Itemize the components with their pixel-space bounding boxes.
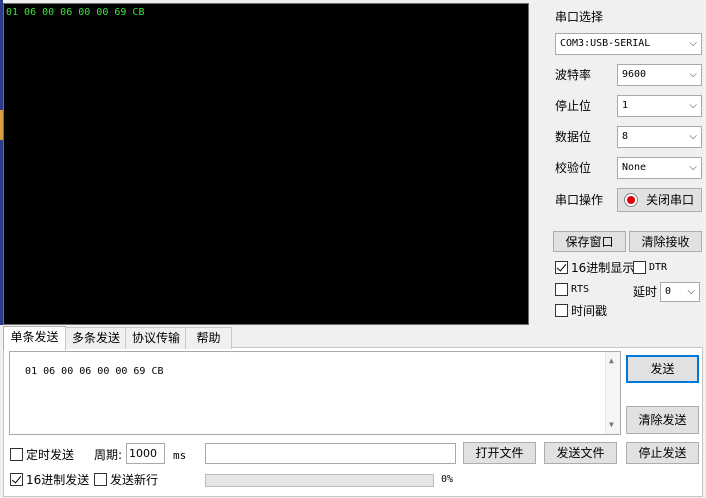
rts-check-icon — [555, 283, 568, 296]
dtr-check-icon — [633, 261, 646, 274]
dtr-checkbox[interactable]: DTR — [633, 259, 667, 276]
baud-label: 波特率 — [555, 68, 592, 82]
scroll-up-icon[interactable]: ▲ — [609, 355, 614, 367]
rts-label: RTS — [571, 283, 590, 295]
stop-bits-select[interactable]: 1 ⌵ — [617, 95, 702, 117]
send-input[interactable]: 01 06 00 06 00 00 69 CB ▲ ▼ — [9, 351, 621, 435]
chevron-down-icon: ⌵ — [687, 286, 695, 297]
send-file-button[interactable]: 发送文件 — [544, 442, 617, 464]
parity-label: 校验位 — [555, 161, 592, 175]
period-label: 周期: — [94, 448, 123, 462]
hex-display-check-icon — [555, 261, 568, 274]
port-status-dot — [627, 196, 635, 204]
period-unit: ms — [173, 449, 187, 462]
stop-bits-label: 停止位 — [555, 99, 592, 113]
hex-display-checkbox[interactable]: 16进制显示 — [555, 259, 634, 276]
close-port-label: 关闭串口 — [646, 193, 695, 207]
clear-send-button[interactable]: 清除发送 — [626, 406, 699, 434]
port-status-icon — [624, 193, 638, 207]
hex-send-check-icon — [10, 473, 23, 486]
rts-checkbox[interactable]: RTS — [555, 281, 589, 298]
chevron-down-icon: ⌵ — [689, 162, 697, 173]
port-label: 串口选择 — [555, 10, 604, 24]
send-input-scrollbar[interactable]: ▲ ▼ — [605, 352, 620, 434]
tab-multi-send[interactable]: 多条发送 — [65, 327, 127, 349]
baud-select-value: 9600 — [622, 69, 647, 80]
hex-send-label: 16进制发送 — [26, 472, 90, 487]
send-input-text: 01 06 00 06 00 00 69 CB — [25, 366, 164, 377]
timed-send-check-icon — [10, 448, 23, 461]
delay-select[interactable]: 0 ⌵ — [660, 282, 700, 302]
timed-send-label: 定时发送 — [26, 447, 75, 462]
parity-select[interactable]: None ⌵ — [617, 157, 702, 179]
chevron-down-icon: ⌵ — [689, 69, 697, 80]
timed-send-checkbox[interactable]: 定时发送 — [10, 446, 74, 463]
chevron-down-icon: ⌵ — [689, 131, 697, 142]
timestamp-check-icon — [555, 304, 568, 317]
data-bits-label: 数据位 — [555, 130, 592, 144]
timestamp-label: 时间戳 — [571, 303, 608, 318]
send-progress-text: 0% — [441, 474, 454, 485]
parity-value: None — [622, 162, 647, 173]
send-newline-label: 发送新行 — [110, 472, 159, 487]
tab-single-send[interactable]: 单条发送 — [3, 326, 66, 350]
clear-receive-button[interactable]: 清除接收 — [629, 231, 702, 252]
period-input[interactable]: 1000 — [126, 443, 165, 464]
send-mode-tabs: 单条发送 多条发送 协议传输 帮助 — [3, 326, 253, 350]
send-newline-checkbox[interactable]: 发送新行 — [94, 471, 158, 488]
stop-send-button[interactable]: 停止发送 — [626, 442, 699, 464]
tab-protocol-transfer[interactable]: 协议传输 — [125, 327, 187, 349]
close-port-button[interactable]: 关闭串口 — [617, 188, 702, 212]
dtr-label: DTR — [649, 261, 668, 273]
chevron-down-icon: ⌵ — [689, 38, 697, 49]
port-operation-label: 串口操作 — [555, 193, 604, 207]
data-bits-select[interactable]: 8 ⌵ — [617, 126, 702, 148]
delay-label: 延时 — [633, 285, 658, 299]
open-file-button[interactable]: 打开文件 — [463, 442, 536, 464]
baud-select[interactable]: 9600 ⌵ — [617, 64, 702, 86]
tab-help[interactable]: 帮助 — [185, 327, 232, 349]
timestamp-checkbox[interactable]: 时间戳 — [555, 302, 607, 319]
receive-text: 01 06 00 06 00 00 69 CB — [6, 7, 145, 18]
hex-send-checkbox[interactable]: 16进制发送 — [10, 471, 89, 488]
delay-value: 0 — [665, 286, 672, 297]
chevron-down-icon: ⌵ — [689, 100, 697, 111]
scroll-down-icon[interactable]: ▼ — [609, 419, 614, 431]
send-button[interactable]: 发送 — [626, 355, 699, 383]
hex-display-label: 16进制显示 — [571, 260, 635, 275]
receive-terminal[interactable]: 01 06 00 06 00 00 69 CB — [3, 3, 529, 325]
port-select-value: COM3:USB-SERIAL — [560, 38, 651, 49]
stop-bits-value: 1 — [622, 100, 629, 111]
file-path-input[interactable] — [205, 443, 456, 464]
send-progress-bar — [205, 474, 434, 487]
send-newline-check-icon — [94, 473, 107, 486]
data-bits-value: 8 — [622, 131, 629, 142]
port-select[interactable]: COM3:USB-SERIAL ⌵ — [555, 33, 702, 55]
save-window-button[interactable]: 保存窗口 — [553, 231, 626, 252]
